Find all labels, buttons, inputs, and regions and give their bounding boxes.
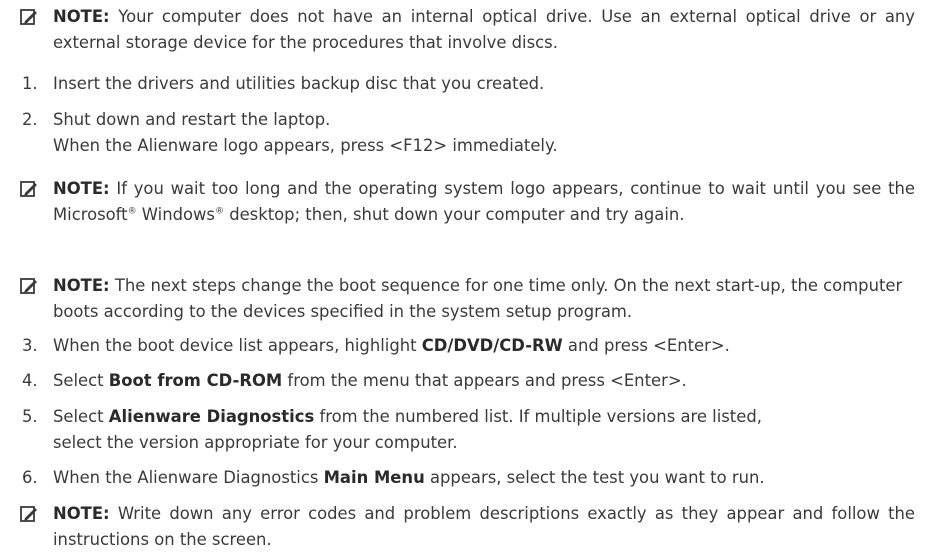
- step-3-pre: When the boot device list appears, highl…: [53, 336, 422, 355]
- step-5-post: from the numbered list. If multiple vers…: [314, 407, 762, 426]
- step-4-post: from the menu that appears and press <En…: [282, 371, 687, 390]
- pencil-note-icon: [20, 181, 37, 197]
- step-1-text: Insert the drivers and utilities backup …: [53, 74, 545, 93]
- step-4-text: Select Boot from CD-ROM from the menu th…: [53, 368, 923, 394]
- step-3-post: and press <Enter>.: [562, 336, 730, 355]
- step-5-line-1: Select Alienware Diagnostics from the nu…: [53, 404, 923, 430]
- boot-option-cd-dvd: CD/DVD/CD-RW: [421, 336, 563, 355]
- note-2-body-c: desktop; then, shut down your computer a…: [223, 205, 685, 224]
- main-menu-label: Main Menu: [323, 468, 425, 487]
- note-label: NOTE:: [53, 504, 110, 523]
- note-4-text: NOTE: Write down any error codes and pro…: [53, 501, 915, 553]
- step-number: 6.: [22, 468, 38, 487]
- pencil-note-icon: [20, 506, 37, 522]
- note-3-text: NOTE: The next steps change the boot seq…: [53, 273, 915, 325]
- step-2-text: Shut down and restart the laptop. When t…: [53, 107, 923, 159]
- boot-from-cdrom-option: Boot from CD-ROM: [108, 371, 283, 390]
- step-number: 1.: [22, 74, 38, 93]
- step-number: 4.: [22, 371, 38, 390]
- registered-mark: ®: [127, 206, 137, 217]
- pencil-note-icon: [20, 9, 37, 25]
- note-label: NOTE:: [53, 179, 110, 198]
- note-2-body-b: Windows: [136, 205, 215, 224]
- step-4-pre: Select: [53, 371, 109, 390]
- note-1-text: NOTE: Your computer does not have an int…: [53, 4, 915, 56]
- step-6-pre: When the Alienware Diagnostics: [53, 468, 324, 487]
- note-3-body: The next steps change the boot sequence …: [53, 276, 903, 321]
- step-number: 5.: [22, 407, 38, 426]
- step-5-pre: Select: [53, 407, 109, 426]
- step-2-line-1: Shut down and restart the laptop.: [53, 110, 331, 129]
- alienware-diagnostics-option: Alienware Diagnostics: [108, 407, 315, 426]
- step-number: 2.: [22, 110, 38, 129]
- step-3-text: When the boot device list appears, highl…: [53, 333, 923, 359]
- step-5-text: Select Alienware Diagnostics from the nu…: [53, 404, 923, 456]
- step-6-text: When the Alienware Diagnostics Main Menu…: [53, 465, 923, 491]
- note-label: NOTE:: [53, 276, 110, 295]
- note-label: NOTE:: [53, 7, 110, 26]
- document-page: NOTE: Your computer does not have an int…: [0, 0, 937, 550]
- step-2-line-2: When the Alienware logo appears, press <…: [53, 136, 558, 155]
- step-6-post: appears, select the test you want to run…: [424, 468, 765, 487]
- note-2-text: NOTE: If you wait too long and the opera…: [53, 176, 915, 228]
- step-number: 3.: [22, 336, 38, 355]
- note-1-body: Your computer does not have an internal …: [53, 7, 915, 52]
- note-4-body: Write down any error codes and problem d…: [53, 504, 915, 549]
- pencil-note-icon: [20, 278, 37, 294]
- registered-mark: ®: [214, 206, 224, 217]
- step-5-line-2: select the version appropriate for your …: [53, 433, 458, 452]
